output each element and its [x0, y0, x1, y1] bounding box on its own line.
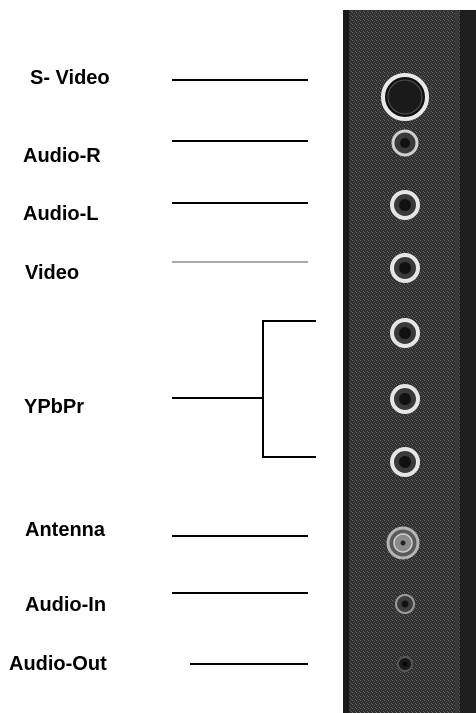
- antenna-coax-connector-icon: [386, 526, 420, 560]
- ypbpr-y-jack-icon: [390, 318, 420, 348]
- audio-l-jack-icon: [390, 190, 420, 220]
- ypbpr-jack-group-icon: [390, 318, 420, 477]
- audio-out-label: Audio-Out: [9, 653, 107, 675]
- antenna-label: Antenna: [25, 519, 106, 541]
- audio-out-mini-jack-icon: [397, 656, 413, 672]
- s-video-port-icon: [381, 73, 429, 121]
- ypbpr-pr-jack-icon: [390, 447, 420, 477]
- ypbpr-pb-jack-icon: [390, 384, 420, 414]
- audio-in-label: Audio-In: [25, 594, 106, 616]
- ypbpr-leader-bracket: [172, 320, 316, 458]
- audio-r-label: Audio-R: [23, 145, 101, 167]
- video-label: Video: [25, 262, 79, 284]
- s-video-label: S- Video: [30, 67, 110, 89]
- audio-l-label: Audio-L: [23, 203, 99, 225]
- audio-in-mini-jack-icon: [395, 594, 415, 614]
- video-jack-icon: [390, 253, 420, 283]
- ypbpr-label: YPbPr: [24, 396, 84, 418]
- audio-r-jack-icon: [391, 129, 419, 157]
- connector-panel-diagram: S- Video Audio-R Audio-L Video YPbPr Ant…: [9, 10, 476, 713]
